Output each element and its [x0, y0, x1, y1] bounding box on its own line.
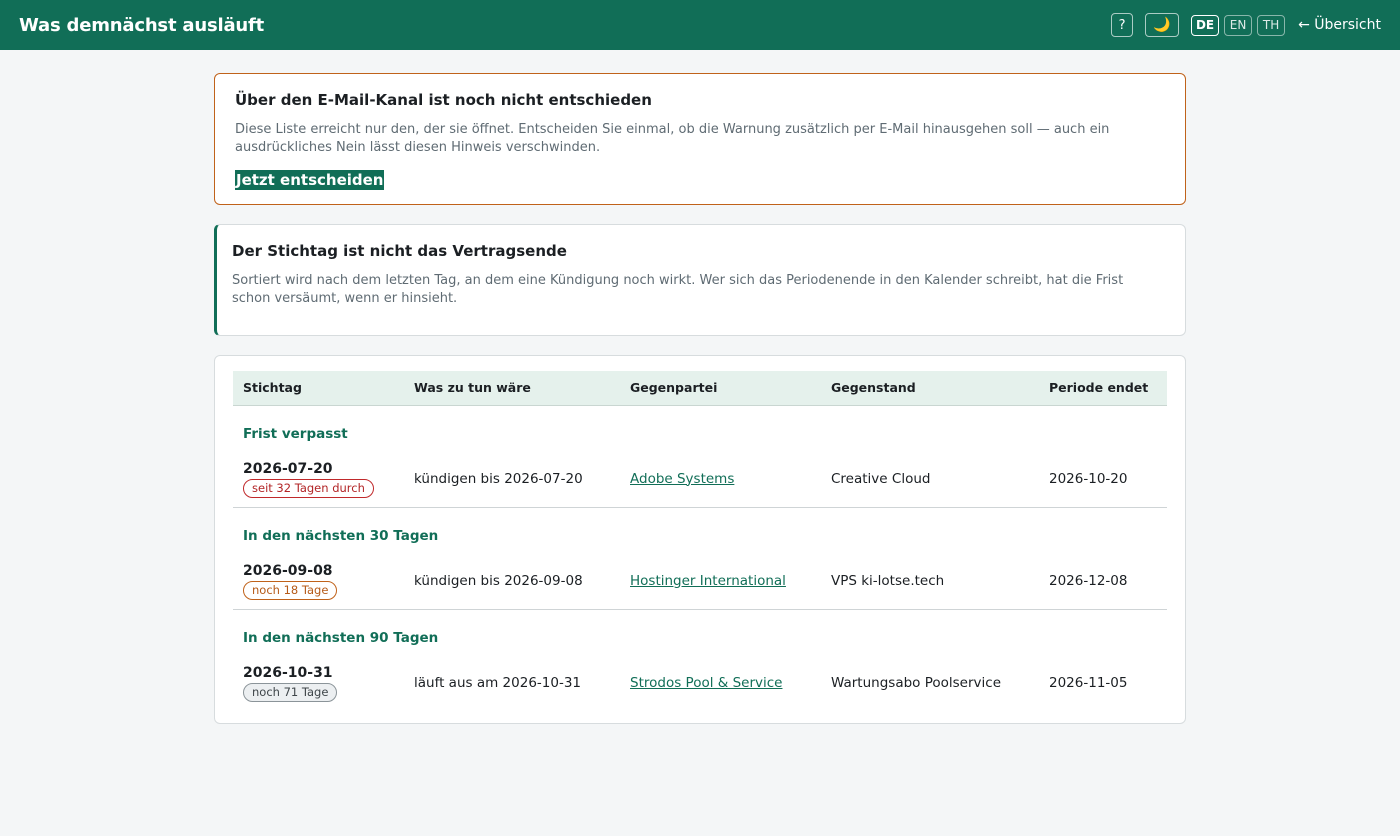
- counterparty-cell: Strodos Pool & Service: [620, 656, 821, 711]
- period-end-cell: 2026-12-08: [1039, 553, 1167, 610]
- help-button[interactable]: ?: [1111, 13, 1134, 37]
- column-header-subject[interactable]: Gegenstand: [821, 371, 1039, 406]
- status-badge: noch 18 Tage: [243, 580, 338, 600]
- counterparty-cell: Adobe Systems: [620, 451, 821, 508]
- group-label: In den nächsten 90 Tagen: [243, 629, 439, 646]
- expiry-table: Stichtag Was zu tun wäre Gegenpartei Geg…: [233, 371, 1167, 711]
- deadline-cell: 2026-09-08 noch 18 Tage: [233, 553, 404, 610]
- overview-link[interactable]: ← Übersicht: [1298, 17, 1381, 33]
- column-header-deadline[interactable]: Stichtag: [233, 371, 404, 406]
- table-row: 2026-07-20 seit 32 Tagen durch kündigen …: [233, 451, 1167, 508]
- group-row-missed: Frist verpasst: [233, 405, 1167, 452]
- top-actions: ? 🌙 DE EN TH ← Übersicht: [1111, 13, 1381, 37]
- column-header-counterparty[interactable]: Gegenpartei: [620, 371, 821, 406]
- column-header-action[interactable]: Was zu tun wäre: [404, 371, 620, 406]
- table-row: 2026-10-31 noch 71 Tage läuft aus am 202…: [233, 656, 1167, 711]
- email-channel-notice: Über den E-Mail-Kanal ist noch nicht ent…: [214, 73, 1186, 205]
- period-end-cell: 2026-11-05: [1049, 674, 1128, 691]
- group-label: Frist verpasst: [243, 425, 348, 442]
- counterparty-link[interactable]: Adobe Systems: [630, 471, 734, 487]
- main-content: Über den E-Mail-Kanal ist noch nicht ent…: [214, 73, 1186, 724]
- status-badge: seit 32 Tagen durch: [243, 478, 374, 498]
- top-bar: Was demnächst ausläuft ? 🌙 DE EN TH ← Üb…: [0, 0, 1400, 50]
- column-header-period-end[interactable]: Periode endet: [1039, 371, 1167, 406]
- email-notice-text: Diese Liste erreicht nur den, der sie öf…: [235, 122, 1110, 155]
- subject-cell: Wartungsabo Poolservice: [831, 674, 1001, 691]
- deadline-cell: 2026-10-31 noch 71 Tage: [233, 656, 404, 711]
- subject-cell: Creative Cloud: [821, 451, 1039, 508]
- table-row: 2026-09-08 noch 18 Tage kündigen bis 202…: [233, 553, 1167, 610]
- counterparty-cell: Hostinger International: [620, 553, 821, 610]
- group-row-90-days: In den nächsten 90 Tagen: [233, 609, 1167, 656]
- counterparty-link[interactable]: Strodos Pool & Service: [630, 675, 782, 691]
- action-cell: läuft aus am 2026-10-31: [414, 674, 582, 691]
- period-end-cell: 2026-10-20: [1039, 451, 1167, 508]
- deadline-date: 2026-07-20: [243, 460, 333, 477]
- decide-now-button[interactable]: Jetzt entscheiden: [235, 170, 385, 190]
- deadline-date: 2026-09-08: [243, 562, 333, 579]
- language-de-button[interactable]: DE: [1191, 14, 1220, 36]
- action-cell: kündigen bis 2026-09-08: [404, 553, 620, 610]
- subject-cell: VPS ki-lotse.tech: [821, 553, 1039, 610]
- deadline-info-card: Der Stichtag ist nicht das Vertragsende …: [214, 224, 1186, 336]
- table-header-row: Stichtag Was zu tun wäre Gegenpartei Geg…: [233, 371, 1167, 406]
- moon-icon[interactable]: 🌙: [1145, 13, 1180, 37]
- language-th-button[interactable]: TH: [1257, 14, 1286, 36]
- deadline-info-title: Der Stichtag ist nicht das Vertragsende: [232, 242, 567, 260]
- expiry-table-card: Stichtag Was zu tun wäre Gegenpartei Geg…: [214, 355, 1186, 724]
- deadline-info-text: Sortiert wird nach dem letzten Tag, an d…: [232, 273, 1124, 306]
- email-notice-title: Über den E-Mail-Kanal ist noch nicht ent…: [235, 91, 652, 109]
- deadline-date: 2026-10-31: [243, 664, 333, 681]
- status-badge: noch 71 Tage: [243, 682, 338, 702]
- page-title: Was demnächst ausläuft: [19, 14, 265, 36]
- action-cell: kündigen bis 2026-07-20: [404, 451, 620, 508]
- group-label: In den nächsten 30 Tagen: [243, 527, 439, 544]
- language-en-button[interactable]: EN: [1224, 14, 1253, 36]
- group-row-30-days: In den nächsten 30 Tagen: [233, 507, 1167, 554]
- deadline-cell: 2026-07-20 seit 32 Tagen durch: [233, 451, 404, 508]
- counterparty-link[interactable]: Hostinger International: [630, 573, 786, 589]
